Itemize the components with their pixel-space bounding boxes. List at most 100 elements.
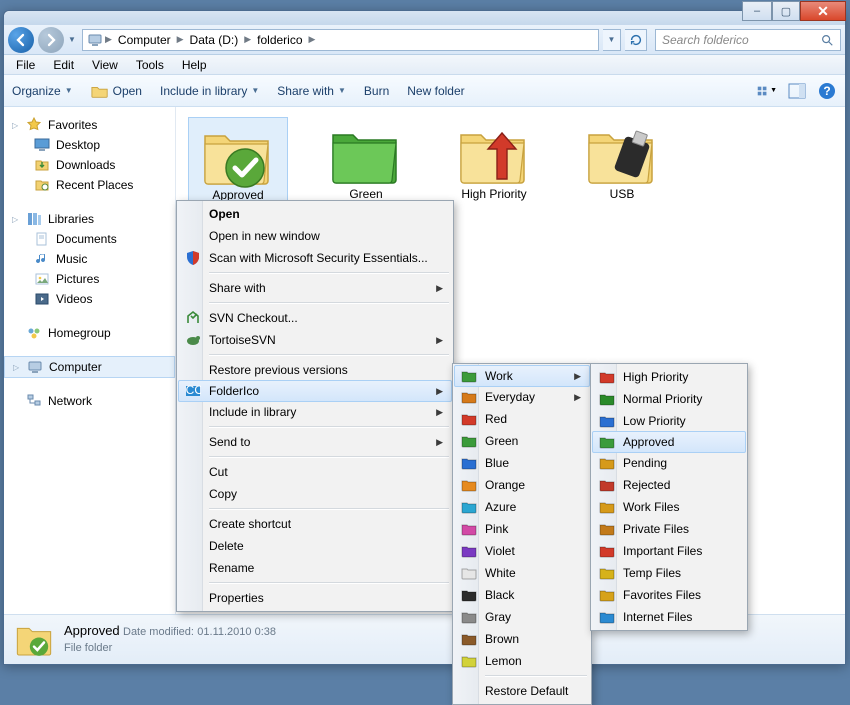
titlebar: – ▢ ✕ <box>4 11 845 25</box>
menu-item[interactable]: Azure <box>455 496 589 518</box>
menu-item[interactable]: Orange <box>455 474 589 496</box>
sidebar-homegroup[interactable]: Homegroup <box>4 323 175 343</box>
folder-item[interactable]: High Priority <box>444 117 544 205</box>
menu-item-label: Violet <box>485 544 515 558</box>
share-with-button[interactable]: Share with▼ <box>277 84 346 98</box>
sidebar-network[interactable]: Network <box>4 391 175 411</box>
folder-item[interactable]: Approved <box>188 117 288 205</box>
menu-item[interactable]: Scan with Microsoft Security Essentials.… <box>179 247 451 269</box>
submenu-arrow-icon: ▶ <box>436 335 443 346</box>
menu-item[interactable]: Send to▶ <box>179 431 451 453</box>
menu-item[interactable]: Favorites Files <box>593 584 745 606</box>
menu-item[interactable]: Properties <box>179 587 451 609</box>
sidebar-item-videos[interactable]: Videos <box>4 289 175 309</box>
menu-item[interactable]: Lemon <box>455 650 589 672</box>
menu-item[interactable]: Everyday▶ <box>455 386 589 408</box>
menu-item-label: Restore previous versions <box>209 363 348 377</box>
menu-item[interactable]: Pink <box>455 518 589 540</box>
menu-item-icon <box>461 455 477 471</box>
sidebar-libraries[interactable]: ▷Libraries <box>4 209 175 229</box>
menu-item[interactable]: Share with▶ <box>179 277 451 299</box>
menu-help[interactable]: Help <box>174 56 215 74</box>
sidebar-item-downloads[interactable]: Downloads <box>4 155 175 175</box>
menu-item[interactable]: Important Files <box>593 540 745 562</box>
menu-item[interactable]: Violet <box>455 540 589 562</box>
burn-button[interactable]: Burn <box>364 84 389 98</box>
menu-item[interactable]: Brown <box>455 628 589 650</box>
include-library-button[interactable]: Include in library▼ <box>160 84 259 98</box>
menu-item[interactable]: Black <box>455 584 589 606</box>
folder-item[interactable]: USB <box>572 117 672 205</box>
menu-item-icon <box>461 521 477 537</box>
menu-item[interactable]: Restore previous versions <box>179 359 451 381</box>
menu-item-icon <box>461 565 477 581</box>
history-dropdown[interactable]: ▼ <box>68 35 78 44</box>
menu-item-label: High Priority <box>623 370 688 384</box>
menu-item[interactable]: Red <box>455 408 589 430</box>
sidebar-favorites[interactable]: ▷Favorites <box>4 115 175 135</box>
menu-item[interactable]: Work▶ <box>454 365 590 387</box>
menu-item[interactable]: Rename <box>179 557 451 579</box>
address-dropdown[interactable]: ▼ <box>603 29 621 51</box>
maximize-button[interactable]: ▢ <box>772 1 800 21</box>
view-options-button[interactable]: ▼ <box>757 81 777 101</box>
sidebar-item-music[interactable]: Music <box>4 249 175 269</box>
sidebar-item-desktop[interactable]: Desktop <box>4 135 175 155</box>
address-bar[interactable]: ▶ Computer ▶ Data (D:) ▶ folderico ▶ <box>82 29 599 51</box>
menu-item[interactable]: Open <box>179 203 451 225</box>
menu-item-icon <box>461 631 477 647</box>
menu-item[interactable]: Delete <box>179 535 451 557</box>
menu-item[interactable]: Low Priority <box>593 410 745 432</box>
sidebar-item-documents[interactable]: Documents <box>4 229 175 249</box>
desktop-icon <box>34 137 50 153</box>
sidebar-item-pictures[interactable]: Pictures <box>4 269 175 289</box>
new-folder-button[interactable]: New folder <box>407 84 464 98</box>
menu-item[interactable]: Approved <box>592 431 746 453</box>
organize-button[interactable]: Organize▼ <box>12 84 73 98</box>
menu-item[interactable]: Copy <box>179 483 451 505</box>
preview-pane-button[interactable] <box>787 81 807 101</box>
menu-item[interactable]: Gray <box>455 606 589 628</box>
menu-item[interactable]: Pending <box>593 452 745 474</box>
open-button[interactable]: Open <box>91 83 142 99</box>
command-bar: Organize▼ Open Include in library▼ Share… <box>4 75 845 107</box>
menu-item[interactable]: High Priority <box>593 366 745 388</box>
search-input[interactable]: Search folderico <box>655 29 841 51</box>
folder-item[interactable]: Green <box>316 117 416 205</box>
menu-item-label: Delete <box>209 539 244 553</box>
menu-item[interactable]: Internet Files <box>593 606 745 628</box>
back-button[interactable] <box>8 27 34 53</box>
breadcrumb-item[interactable]: Computer <box>114 33 175 47</box>
minimize-button[interactable]: – <box>742 1 772 21</box>
sidebar-item-recent[interactable]: Recent Places <box>4 175 175 195</box>
menu-item[interactable]: SVN Checkout... <box>179 307 451 329</box>
menu-item[interactable]: Temp Files <box>593 562 745 584</box>
breadcrumb-item[interactable]: Data (D:) <box>186 33 243 47</box>
menu-item[interactable]: Cut <box>179 461 451 483</box>
menu-item[interactable]: Work Files <box>593 496 745 518</box>
menu-item[interactable]: Private Files <box>593 518 745 540</box>
menu-item[interactable]: Include in library▶ <box>179 401 451 423</box>
menu-item[interactable]: ICOFolderIco▶ <box>178 380 452 402</box>
breadcrumb-item[interactable]: folderico <box>253 33 306 47</box>
sidebar-computer[interactable]: ▷Computer <box>4 356 175 378</box>
menu-item[interactable]: Green <box>455 430 589 452</box>
menu-item[interactable]: TortoiseSVN▶ <box>179 329 451 351</box>
help-button[interactable]: ? <box>817 81 837 101</box>
menu-item[interactable]: Create shortcut <box>179 513 451 535</box>
forward-button[interactable] <box>38 27 64 53</box>
menu-item[interactable]: Open in new window <box>179 225 451 247</box>
menu-item[interactable]: Rejected <box>593 474 745 496</box>
menu-edit[interactable]: Edit <box>45 56 82 74</box>
menu-file[interactable]: File <box>8 56 43 74</box>
menu-item[interactable]: White <box>455 562 589 584</box>
menu-item[interactable]: Restore Default <box>455 680 589 702</box>
close-button[interactable]: ✕ <box>800 1 846 21</box>
status-type: File folder <box>64 640 276 656</box>
menu-item-icon <box>599 455 615 471</box>
menu-item[interactable]: Normal Priority <box>593 388 745 410</box>
menu-view[interactable]: View <box>84 56 126 74</box>
menu-item[interactable]: Blue <box>455 452 589 474</box>
refresh-button[interactable] <box>625 29 647 51</box>
menu-tools[interactable]: Tools <box>128 56 172 74</box>
